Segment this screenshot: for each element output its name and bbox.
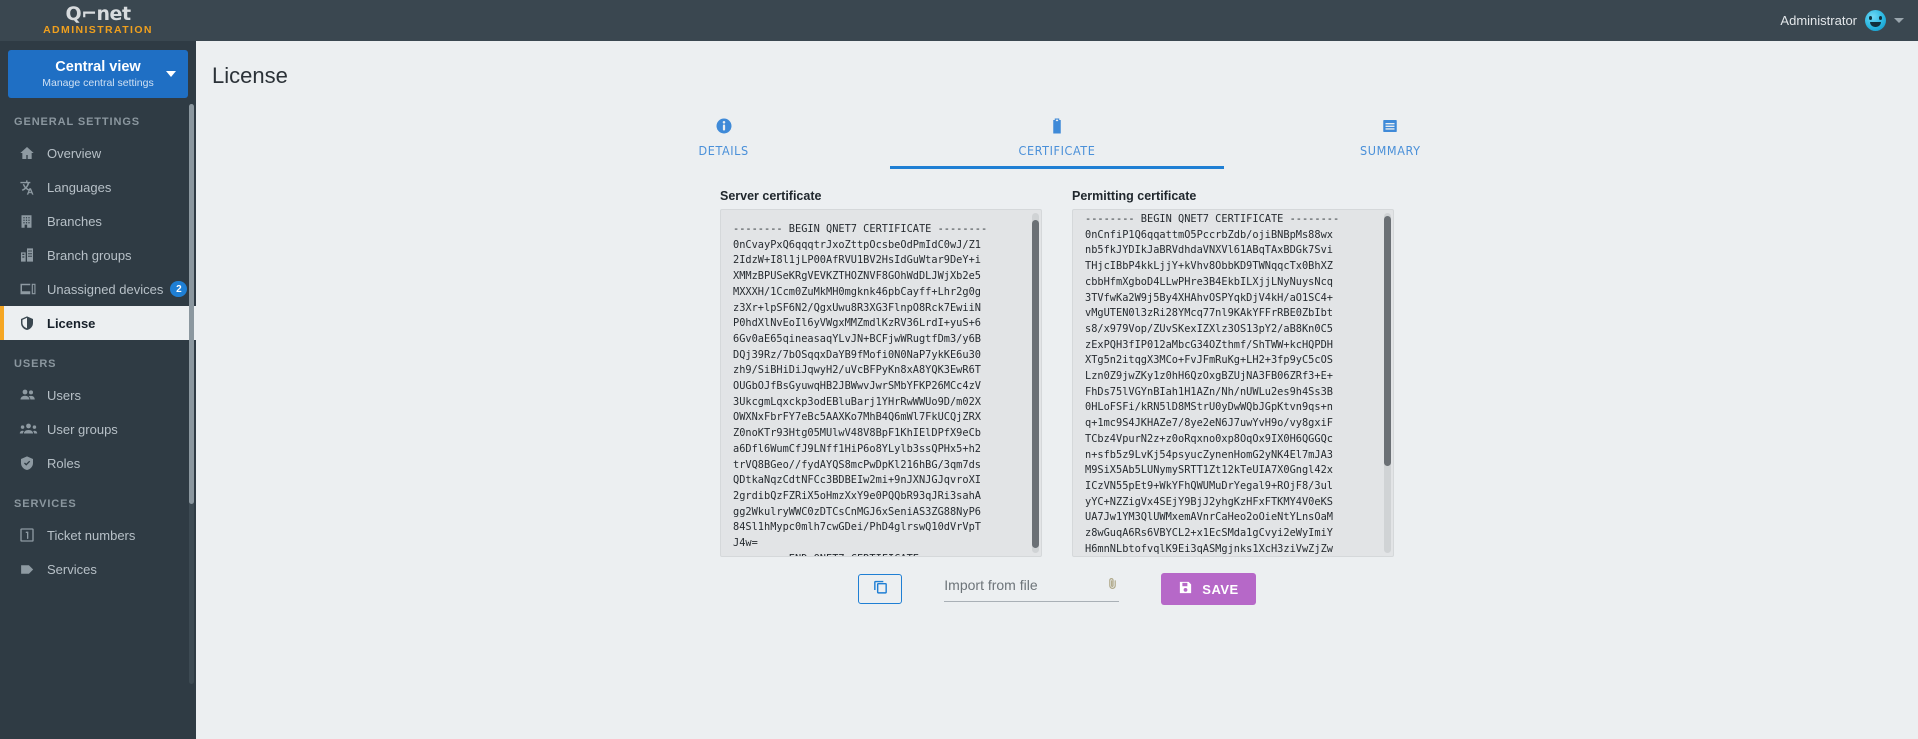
list-icon bbox=[1381, 115, 1399, 137]
brand-subtitle: ADMINISTRATION bbox=[43, 24, 153, 37]
chevron-down-icon[interactable] bbox=[166, 71, 176, 77]
server-certificate-column: Server certificate -------- BEGIN QNET7 … bbox=[720, 189, 1042, 557]
sidebar-item-label: Users bbox=[47, 387, 81, 403]
permitting-certificate-text[interactable]: -------- BEGIN QNET7 CERTIFICATE -------… bbox=[1073, 210, 1383, 556]
certificates-area: Server certificate -------- BEGIN QNET7 … bbox=[196, 189, 1918, 557]
sidebar-item-label: Ticket numbers bbox=[47, 527, 136, 543]
buildings-icon bbox=[19, 247, 47, 263]
import-from-file-input[interactable]: Import from file bbox=[944, 576, 1120, 602]
copy-button[interactable] bbox=[858, 574, 903, 604]
page-title: License bbox=[212, 63, 288, 88]
info-icon bbox=[715, 115, 733, 137]
sidebar-item-label: Services bbox=[47, 561, 97, 577]
body-row: Central view Manage central settings GEN… bbox=[0, 41, 1918, 739]
sidebar-item-license[interactable]: License bbox=[0, 306, 196, 340]
copy-icon bbox=[872, 578, 889, 600]
brand-logo-area: Q⌐net ADMINISTRATION bbox=[0, 0, 196, 41]
view-switcher-title: Central view bbox=[55, 59, 141, 76]
permitting-certificate-label: Permitting certificate bbox=[1072, 189, 1197, 203]
app-root: Q⌐net ADMINISTRATION Administrator Centr… bbox=[0, 0, 1918, 739]
tab-summary[interactable]: SUMMARY bbox=[1224, 107, 1557, 169]
sidebar-item-label: Unassigned devices bbox=[47, 281, 164, 297]
sidebar-item-languages[interactable]: Languages bbox=[0, 170, 196, 204]
sidebar-item-user-groups[interactable]: User groups bbox=[0, 412, 196, 446]
permitting-certificate-box[interactable]: -------- BEGIN QNET7 CERTIFICATE -------… bbox=[1072, 209, 1394, 557]
sidebar-item-label: Branches bbox=[47, 213, 102, 229]
server-certificate-scrollbar-thumb[interactable] bbox=[1032, 220, 1039, 548]
view-switcher-subtitle: Manage central settings bbox=[42, 76, 154, 89]
sidebar-scrollbar-thumb[interactable] bbox=[189, 104, 194, 504]
avatar bbox=[1865, 10, 1886, 31]
sidebar-section-users: USERS bbox=[14, 358, 57, 370]
sidebar-item-label: License bbox=[47, 315, 96, 331]
tab-certificate[interactable]: CERTIFICATE bbox=[890, 107, 1224, 169]
unassigned-devices-badge: 2 bbox=[170, 281, 188, 297]
import-placeholder-label: Import from file bbox=[944, 577, 1038, 593]
translate-icon bbox=[19, 179, 47, 196]
devices-icon bbox=[19, 280, 47, 298]
floppy-save-icon bbox=[1178, 580, 1193, 598]
building-icon bbox=[19, 214, 47, 229]
server-certificate-text[interactable]: -------- BEGIN QNET7 CERTIFICATE -------… bbox=[721, 210, 1031, 556]
chevron-down-icon[interactable] bbox=[1894, 18, 1904, 23]
ticket-number-icon bbox=[19, 527, 47, 543]
user-groups-icon bbox=[19, 420, 47, 439]
sidebar-item-users[interactable]: Users bbox=[0, 378, 196, 412]
tab-label: DETAILS bbox=[698, 143, 749, 158]
user-name-label: Administrator bbox=[1780, 13, 1857, 28]
paperclip-icon[interactable] bbox=[1106, 576, 1119, 594]
permitting-certificate-column: Permitting certificate -------- BEGIN QN… bbox=[1072, 189, 1394, 557]
save-button[interactable]: SAVE bbox=[1161, 573, 1256, 605]
sidebar-item-label: Roles bbox=[47, 455, 81, 471]
sidebar: Central view Manage central settings GEN… bbox=[0, 41, 196, 739]
sidebar-item-label: Overview bbox=[47, 145, 102, 161]
sidebar-item-branches[interactable]: Branches bbox=[0, 204, 196, 238]
view-switcher[interactable]: Central view Manage central settings bbox=[8, 50, 188, 98]
user-menu[interactable]: Administrator bbox=[1780, 10, 1918, 31]
shield-check-icon bbox=[19, 455, 47, 471]
brand-logo-text: Q⌐net bbox=[65, 3, 131, 26]
content-area: License DETAILS CERTIFICATE SUMMARY Serv… bbox=[196, 41, 1918, 739]
server-certificate-label: Server certificate bbox=[720, 189, 822, 203]
sidebar-item-roles[interactable]: Roles bbox=[0, 446, 196, 480]
bottom-toolbar: Import from file SAVE bbox=[196, 573, 1918, 605]
top-bar: Q⌐net ADMINISTRATION Administrator bbox=[0, 0, 1918, 41]
sidebar-section-general: GENERAL SETTINGS bbox=[14, 116, 141, 128]
sidebar-item-overview[interactable]: Overview bbox=[0, 136, 196, 170]
clipboard-icon bbox=[1048, 115, 1066, 137]
tag-icon bbox=[19, 561, 47, 578]
sidebar-item-label: Branch groups bbox=[47, 247, 132, 263]
tab-bar: DETAILS CERTIFICATE SUMMARY bbox=[557, 107, 1557, 169]
sidebar-section-services: SERVICES bbox=[14, 498, 77, 510]
home-icon bbox=[19, 145, 47, 161]
server-certificate-box[interactable]: -------- BEGIN QNET7 CERTIFICATE -------… bbox=[720, 209, 1042, 557]
permitting-certificate-scrollbar-thumb[interactable] bbox=[1384, 216, 1391, 466]
tab-label: SUMMARY bbox=[1360, 143, 1421, 158]
tab-label: CERTIFICATE bbox=[1018, 143, 1096, 158]
sidebar-item-label: User groups bbox=[47, 421, 118, 437]
shield-icon bbox=[19, 315, 47, 331]
sidebar-item-label: Languages bbox=[47, 179, 112, 195]
sidebar-item-branch-groups[interactable]: Branch groups bbox=[0, 238, 196, 272]
sidebar-item-ticket-numbers[interactable]: Ticket numbers bbox=[0, 518, 196, 552]
tab-details[interactable]: DETAILS bbox=[557, 107, 890, 169]
users-icon bbox=[19, 386, 47, 404]
sidebar-item-unassigned-devices[interactable]: Unassigned devices 2 bbox=[0, 272, 196, 306]
save-button-label: SAVE bbox=[1202, 581, 1239, 597]
sidebar-item-services[interactable]: Services bbox=[0, 552, 196, 586]
